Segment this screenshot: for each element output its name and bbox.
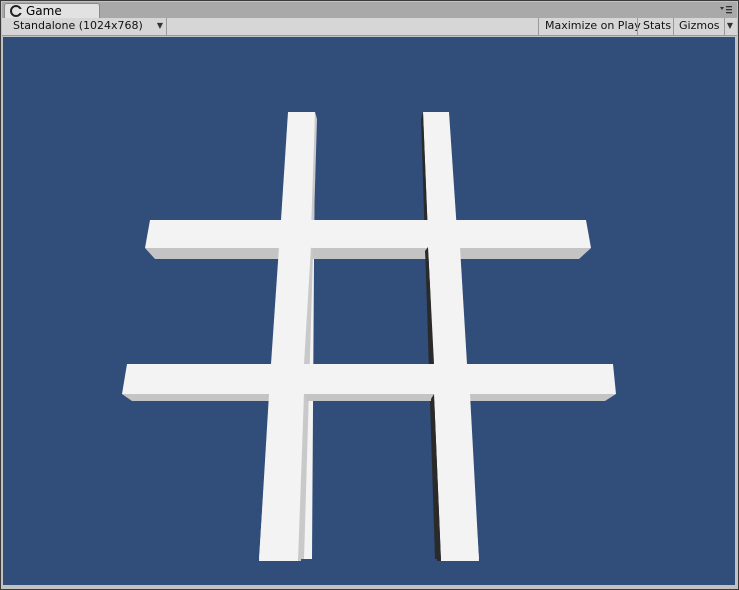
board-vertical-right-low	[434, 394, 479, 561]
board-vertical-left-low	[259, 394, 304, 561]
gizmos-label: Gizmos	[679, 19, 720, 32]
game-viewport[interactable]	[3, 37, 735, 585]
tab-title: Game	[26, 4, 62, 18]
board-vertical-left-mid	[271, 247, 311, 364]
board-vertical-right-mid	[428, 247, 467, 364]
tab-game[interactable]: Game	[4, 3, 100, 19]
resolution-label: Standalone (1024x768)	[13, 19, 143, 32]
game-icon	[10, 5, 22, 17]
tab-strip: Game	[2, 2, 737, 19]
gizmos-button[interactable]: Gizmos ▼	[673, 18, 735, 35]
stats-button[interactable]: Stats	[637, 18, 673, 35]
resolution-dropdown[interactable]: Standalone (1024x768) ▼	[6, 18, 167, 35]
board-horizontal-bar-top	[145, 220, 591, 259]
maximize-on-play-button[interactable]: Maximize on Play	[538, 18, 641, 35]
tab-menu-icon[interactable]	[719, 4, 733, 16]
dropdown-arrow-icon: ▼	[156, 21, 163, 30]
game-toolbar: Standalone (1024x768) ▼ Maximize on Play…	[2, 18, 737, 36]
game-window: Game Standalone (1024x768) ▼ Maximize on…	[0, 0, 739, 590]
gizmos-dropdown-arrow-icon[interactable]: ▼	[723, 18, 733, 35]
scene-render	[122, 112, 616, 561]
board-horizontal-bar-bottom	[122, 364, 616, 401]
